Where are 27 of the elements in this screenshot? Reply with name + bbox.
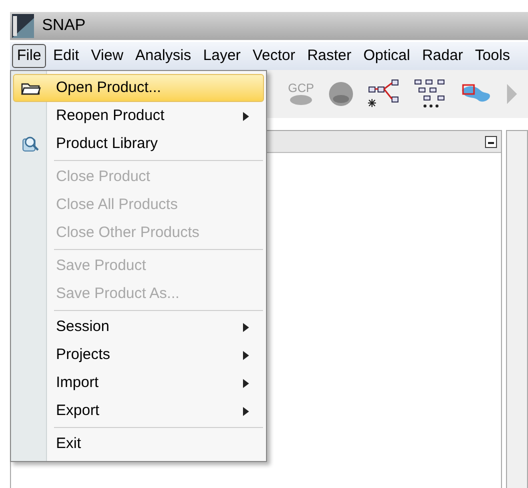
menu-item[interactable]: Edit [48,44,84,68]
menu-item[interactable]: View [86,44,128,68]
menu-entry[interactable]: Export [13,397,264,425]
menu-item[interactable]: Layer [198,44,246,68]
window-title: SNAP [42,16,86,36]
menu-item[interactable]: Raster [302,44,356,68]
menu-entry[interactable]: Exit [13,430,264,458]
menu-entry[interactable]: Reopen Product [13,102,264,130]
app-logo-icon [12,14,34,38]
menu-entry[interactable]: Session [13,313,264,341]
magnifier-icon [22,135,40,153]
menu-item[interactable]: Vector [248,44,300,68]
menu-entry[interactable]: Open Product... [13,74,264,102]
menu-entry[interactable]: Projects [13,341,264,369]
menu-item[interactable]: Analysis [130,44,196,68]
graph-icon[interactable] [368,79,400,109]
gcp-label: GCP [288,82,314,94]
menu-item[interactable]: File [12,44,46,68]
menu-entry[interactable]: Import [13,369,264,397]
batch-graph-icon[interactable] [414,79,446,109]
folder-icon [21,81,41,95]
menu-item[interactable]: Radar [417,44,468,68]
minimize-icon[interactable] [485,136,497,148]
menu-item[interactable]: Optical [358,44,416,68]
sphere-icon[interactable] [328,81,354,107]
menu-entry[interactable]: Product Library [13,130,264,158]
menu-item[interactable]: Tools [470,44,515,68]
